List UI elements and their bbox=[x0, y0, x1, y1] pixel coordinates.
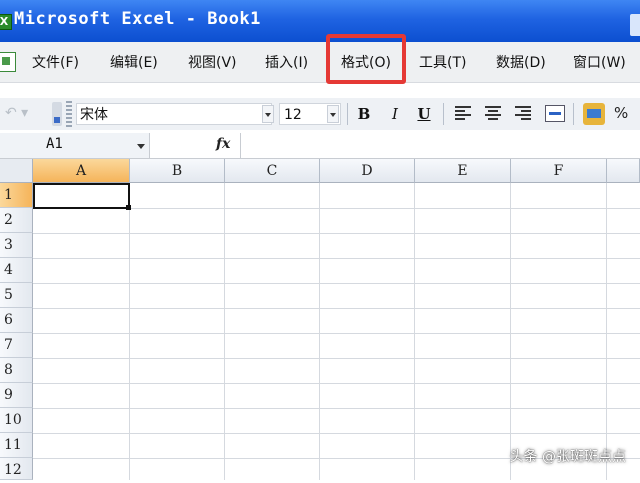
row-header-9[interactable]: 9 bbox=[0, 383, 33, 408]
row-header-11[interactable]: 11 bbox=[0, 433, 33, 458]
column-header-c[interactable]: C bbox=[225, 159, 320, 183]
menu-file[interactable]: 文件(F) bbox=[32, 52, 79, 72]
grid-line bbox=[510, 183, 511, 480]
name-box[interactable]: A1 bbox=[0, 133, 150, 158]
grid-line bbox=[319, 183, 320, 480]
size-dropdown-arrow-icon[interactable] bbox=[327, 105, 339, 123]
align-left-icon[interactable] bbox=[455, 106, 471, 121]
menu-bar: 文件(F) 编辑(E) 视图(V) 插入(I) 格式(O) 工具(T) 数据(D… bbox=[0, 42, 640, 83]
select-all-corner[interactable] bbox=[0, 159, 33, 183]
name-box-value: A1 bbox=[46, 136, 63, 152]
toolbar-separator bbox=[347, 103, 348, 125]
format-menu-highlight-box bbox=[326, 34, 406, 84]
font-name-select[interactable]: 宋体 bbox=[76, 103, 272, 125]
align-center-icon[interactable] bbox=[485, 106, 501, 121]
bold-button[interactable]: B bbox=[352, 103, 376, 125]
font-dropdown-arrow-icon[interactable] bbox=[262, 105, 274, 123]
formatting-toolbar: ↶ ▾ 宋体 12 B I U % bbox=[0, 98, 640, 130]
row-header-4[interactable]: 4 bbox=[0, 258, 33, 283]
grid-line bbox=[33, 283, 640, 284]
active-cell-a1[interactable] bbox=[33, 183, 130, 209]
row-header-10[interactable]: 10 bbox=[0, 408, 33, 433]
fill-handle[interactable] bbox=[126, 205, 131, 210]
watermark: 头条 @张斑斑点点 bbox=[509, 449, 626, 465]
excel-app-icon[interactable]: X bbox=[0, 14, 12, 30]
column-header-f[interactable]: F bbox=[511, 159, 607, 183]
align-right-icon[interactable] bbox=[515, 106, 531, 121]
currency-style-icon[interactable] bbox=[583, 103, 605, 125]
grid-line bbox=[33, 333, 640, 334]
grid-line bbox=[33, 383, 640, 384]
workbook-icon[interactable] bbox=[0, 52, 16, 72]
grid-line bbox=[33, 408, 640, 409]
grid-line bbox=[224, 183, 225, 480]
title-bar: X Microsoft Excel - Book1 bbox=[0, 0, 640, 42]
merge-center-icon[interactable] bbox=[545, 105, 565, 122]
menu-edit[interactable]: 编辑(E) bbox=[110, 52, 158, 72]
row-header-12[interactable]: 12 bbox=[0, 458, 33, 480]
grid-line bbox=[33, 233, 640, 234]
formula-input[interactable] bbox=[240, 133, 640, 158]
toolbar-grip-icon[interactable] bbox=[66, 101, 72, 127]
row-header-2[interactable]: 2 bbox=[0, 208, 33, 233]
grid-line bbox=[414, 183, 415, 480]
toolbar-separator bbox=[573, 103, 574, 125]
grid-line bbox=[33, 358, 640, 359]
menu-insert[interactable]: 插入(I) bbox=[265, 52, 308, 72]
grid-line bbox=[33, 258, 640, 259]
menu-data[interactable]: 数据(D) bbox=[496, 52, 546, 72]
menu-tools[interactable]: 工具(T) bbox=[419, 52, 466, 72]
grid-line bbox=[606, 183, 607, 480]
undo-icon[interactable]: ↶ ▾ bbox=[5, 105, 28, 121]
grid-line bbox=[129, 183, 130, 480]
column-header-b[interactable]: B bbox=[130, 159, 225, 183]
grid-line bbox=[33, 308, 640, 309]
row-header-7[interactable]: 7 bbox=[0, 333, 33, 358]
column-header-d[interactable]: D bbox=[320, 159, 415, 183]
toolbar-options-icon[interactable] bbox=[52, 102, 62, 126]
column-header-g[interactable] bbox=[607, 159, 640, 183]
insert-function-icon[interactable]: fx bbox=[216, 136, 230, 152]
name-box-dropdown-icon[interactable] bbox=[137, 144, 145, 149]
menu-window[interactable]: 窗口(W) bbox=[573, 52, 626, 72]
row-header-3[interactable]: 3 bbox=[0, 233, 33, 258]
window-title: Microsoft Excel - Book1 bbox=[14, 9, 261, 29]
row-header-1[interactable]: 1 bbox=[0, 183, 33, 208]
column-header-e[interactable]: E bbox=[415, 159, 511, 183]
window-control-button[interactable] bbox=[630, 14, 640, 36]
row-header-6[interactable]: 6 bbox=[0, 308, 33, 333]
grid-line bbox=[33, 433, 640, 434]
underline-button[interactable]: U bbox=[412, 103, 436, 125]
toolbar-separator bbox=[443, 103, 444, 125]
formula-bar: A1 fx bbox=[0, 133, 640, 159]
column-header-a[interactable]: A bbox=[33, 159, 130, 183]
menu-view[interactable]: 视图(V) bbox=[188, 52, 237, 72]
row-header-8[interactable]: 8 bbox=[0, 358, 33, 383]
row-header-5[interactable]: 5 bbox=[0, 283, 33, 308]
worksheet-grid[interactable]: A B C D E F 1 2 3 4 5 6 7 8 9 10 11 12 bbox=[0, 159, 640, 480]
percent-style-button[interactable]: % bbox=[614, 104, 628, 122]
italic-button[interactable]: I bbox=[383, 103, 407, 125]
